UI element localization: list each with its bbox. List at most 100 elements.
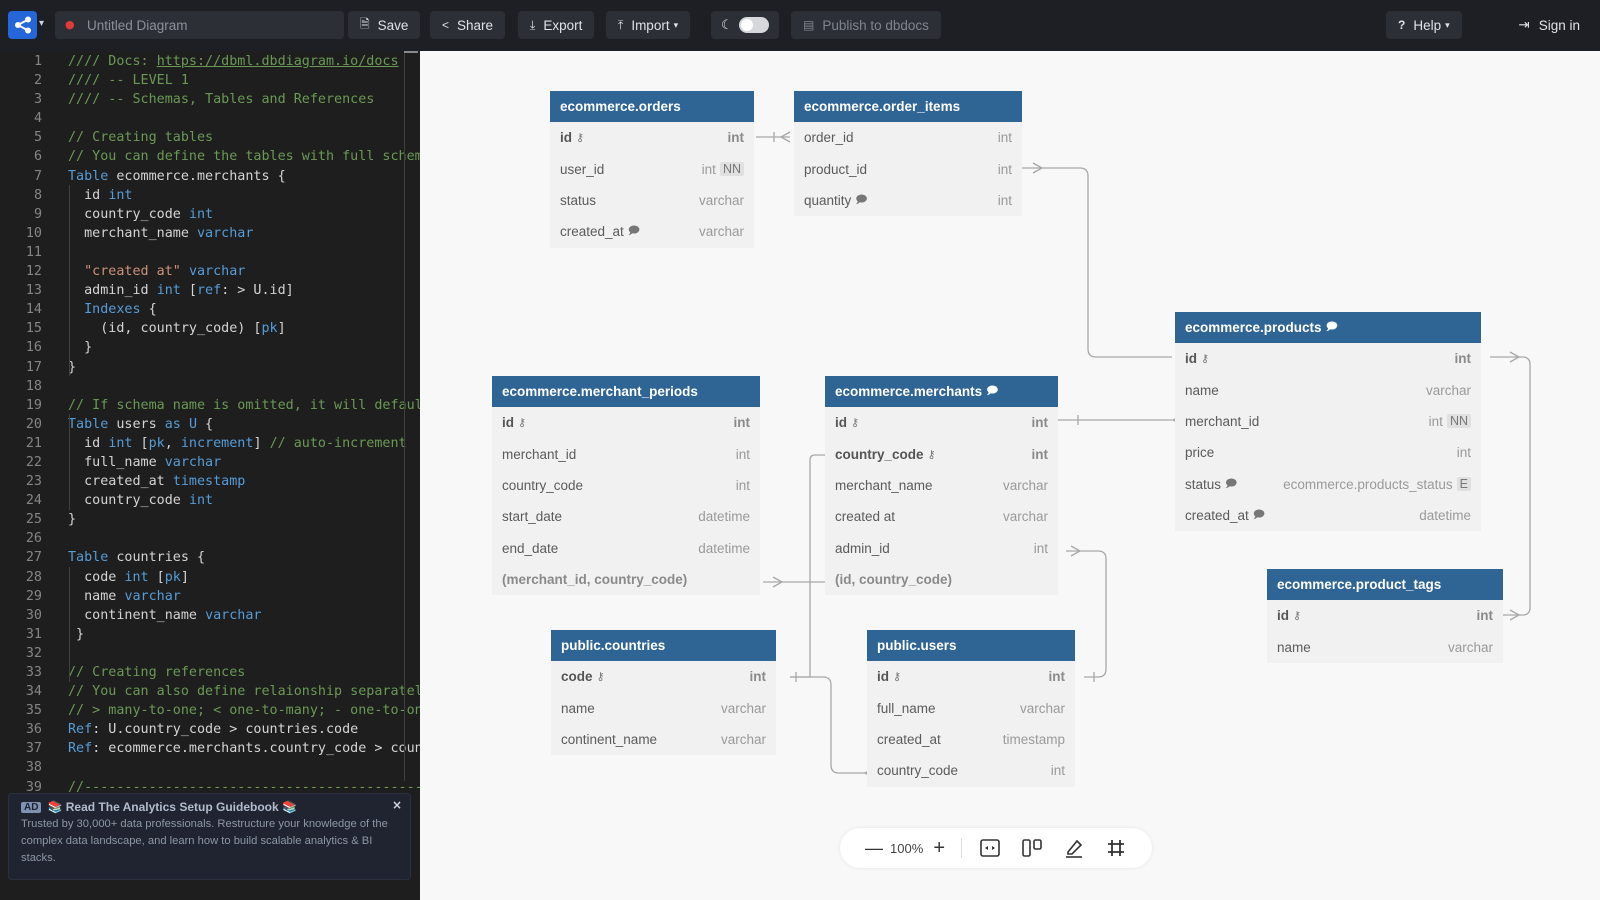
line-content[interactable]: } xyxy=(68,338,92,357)
line-content[interactable]: Indexes { xyxy=(68,300,157,319)
diagram-title-input[interactable]: ● Untitled Diagram xyxy=(55,11,344,39)
line-content[interactable]: continent_name varchar xyxy=(68,606,261,625)
save-button[interactable]: 🗎 Save xyxy=(348,11,421,39)
table-field[interactable]: id ⚷ int xyxy=(550,122,754,153)
table-field[interactable]: id ⚷ int xyxy=(867,661,1075,692)
line-content[interactable]: //// Docs: https://dbml.dbdiagram.io/doc… xyxy=(68,52,399,71)
table-field[interactable]: product_id int xyxy=(794,153,1022,184)
code-line[interactable]: 36 Ref: U.country_code > countries.code xyxy=(0,720,420,739)
table-field[interactable]: id ⚷ int xyxy=(1175,343,1481,374)
export-button[interactable]: ⤓ Export xyxy=(518,11,595,39)
line-content[interactable]: country_code int xyxy=(68,491,213,510)
line-content[interactable]: // You can also define relaionship separ… xyxy=(68,682,420,701)
code-line[interactable]: 29 name varchar xyxy=(0,587,420,606)
code-line[interactable]: 6 // You can define the tables with full … xyxy=(0,147,420,166)
table-orders[interactable]: ecommerce.orders id ⚷ int user_id int NN status… xyxy=(550,91,754,248)
line-content[interactable]: } xyxy=(68,625,84,644)
table-header[interactable]: ecommerce.merchant_periods xyxy=(492,376,760,407)
grid-toggle-button[interactable] xyxy=(1104,839,1128,857)
line-content[interactable]: name varchar xyxy=(68,587,181,606)
table-field[interactable]: status 🗩 ecommerce.products_status E xyxy=(1175,469,1481,500)
code-line[interactable]: 18 xyxy=(0,377,420,396)
code-line[interactable]: 22 full_name varchar xyxy=(0,453,420,472)
line-content[interactable]: // > many-to-one; < one-to-many; - one-t… xyxy=(68,701,420,720)
code-line[interactable]: 21 id int [pk, increment] // auto-increm… xyxy=(0,434,420,453)
sign-in-button[interactable]: ⇥ Sign in xyxy=(1518,11,1580,39)
code-line[interactable]: 34 // You can also define relaionship sep… xyxy=(0,682,420,701)
table-field[interactable]: created at varchar xyxy=(825,501,1058,532)
line-content[interactable]: Table users as U { xyxy=(68,415,213,434)
table-merchant_periods[interactable]: ecommerce.merchant_periods id ⚷ int merchant… xyxy=(492,376,760,596)
table-field[interactable]: created_at timestamp xyxy=(867,724,1075,755)
line-content[interactable]: id int [pk, increment] // auto-increment xyxy=(68,434,407,453)
line-content[interactable]: Table countries { xyxy=(68,548,205,567)
note-icon[interactable]: 🗩 xyxy=(1326,312,1338,343)
line-content[interactable]: Table ecommerce.merchants { xyxy=(68,167,286,186)
table-header[interactable]: ecommerce.orders xyxy=(550,91,754,122)
toggle-switch[interactable] xyxy=(738,17,769,33)
line-content[interactable]: code int [pk] xyxy=(68,568,189,587)
table-field[interactable]: merchant_id int xyxy=(492,438,760,469)
line-content[interactable]: (id, country_code) [pk] xyxy=(68,319,285,338)
code-line[interactable]: 5 // Creating tables xyxy=(0,128,420,147)
code-line[interactable]: 30 continent_name varchar xyxy=(0,606,420,625)
table-field[interactable]: user_id int NN xyxy=(550,153,754,184)
code-line[interactable]: 13 admin_id int [ref: > U.id] xyxy=(0,281,420,300)
import-button[interactable]: ⤒ Import ▾ xyxy=(606,11,691,39)
table-field[interactable]: order_id int xyxy=(794,122,1022,153)
code-line[interactable]: 1 //// Docs: https://dbml.dbdiagram.io/do… xyxy=(0,52,420,71)
zoom-in-button[interactable]: + xyxy=(929,837,949,860)
highlight-button[interactable] xyxy=(1062,838,1086,858)
close-icon[interactable]: × xyxy=(392,798,402,812)
table-field[interactable]: start_date datetime xyxy=(492,501,760,532)
line-content[interactable]: "created at" varchar xyxy=(68,262,245,281)
code-line[interactable]: 26 xyxy=(0,529,420,548)
table-field[interactable]: id ⚷ int xyxy=(1267,600,1503,631)
code-line[interactable]: 25} xyxy=(0,510,420,529)
note-icon[interactable]: 🗩 xyxy=(855,191,867,210)
help-button[interactable]: ? Help ▾ xyxy=(1386,11,1462,39)
line-content[interactable]: full_name varchar xyxy=(68,453,221,472)
table-field[interactable]: status varchar xyxy=(550,185,754,216)
code-line[interactable]: 3 //// -- Schemas, Tables and References xyxy=(0,90,420,109)
table-header[interactable]: ecommerce.merchants 🗩 xyxy=(825,376,1058,407)
table-header[interactable]: public.countries xyxy=(551,630,776,661)
note-icon[interactable]: 🗩 xyxy=(1225,475,1237,494)
line-content[interactable]: // If schema name is omitted, it will de… xyxy=(68,396,420,415)
code-line[interactable]: 19 // If schema name is omitted, it will … xyxy=(0,396,420,415)
code-line[interactable]: 20 Table users as U { xyxy=(0,415,420,434)
table-header[interactable]: ecommerce.products 🗩 xyxy=(1175,312,1481,343)
line-content[interactable]: // You can define the tables with full s… xyxy=(68,147,420,166)
code-line[interactable]: 27 Table countries { xyxy=(0,548,420,567)
ad-banner[interactable]: AD 📚 Read The Analytics Setup Guidebook 📚… xyxy=(8,793,411,880)
line-content[interactable]: Ref: U.country_code > countries.code xyxy=(68,720,358,739)
table-field[interactable]: (merchant_id, country_code) xyxy=(492,564,760,595)
line-content[interactable]: Ref: ecommerce.merchants.country_code > … xyxy=(68,739,420,758)
code-line[interactable]: 17} xyxy=(0,358,420,377)
line-content[interactable]: country_code int xyxy=(68,205,213,224)
code-lines[interactable]: 1 //// Docs: https://dbml.dbdiagram.io/do… xyxy=(0,52,420,816)
code-line[interactable]: 32 xyxy=(0,644,420,663)
table-countries[interactable]: public.countries code ⚷ int name varchar conti… xyxy=(551,630,776,756)
code-line[interactable]: 38 xyxy=(0,758,420,777)
code-line[interactable]: 2 //// -- LEVEL 1 xyxy=(0,71,420,90)
line-content[interactable]: //// -- LEVEL 1 xyxy=(68,71,189,90)
table-field[interactable]: name varchar xyxy=(1267,631,1503,662)
code-line[interactable]: 37 Ref: ecommerce.merchants.country_code … xyxy=(0,739,420,758)
code-line[interactable]: 11 xyxy=(0,243,420,262)
code-line[interactable]: 7 Table ecommerce.merchants { xyxy=(0,167,420,186)
note-icon[interactable]: 🗩 xyxy=(986,376,998,407)
table-header[interactable]: ecommerce.product_tags xyxy=(1267,569,1503,600)
line-content[interactable]: id int xyxy=(68,186,132,205)
ad-title-text[interactable]: 📚 Read The Analytics Setup Guidebook 📚 xyxy=(47,800,296,814)
code-line[interactable]: 35 // > many-to-one; < one-to-many; - one… xyxy=(0,701,420,720)
table-products[interactable]: ecommerce.products 🗩 id ⚷ int name varchar merc… xyxy=(1175,312,1481,532)
table-field[interactable]: name varchar xyxy=(1175,374,1481,405)
line-content[interactable]: } xyxy=(68,510,76,529)
code-line[interactable]: 15 (id, country_code) [pk] xyxy=(0,319,420,338)
app-logo[interactable] xyxy=(8,11,37,39)
line-content[interactable]: merchant_name varchar xyxy=(68,224,253,243)
table-field[interactable]: country_code int xyxy=(867,755,1075,786)
chevron-down-icon[interactable]: ▾ xyxy=(39,18,44,29)
code-line[interactable]: 9 country_code int xyxy=(0,205,420,224)
